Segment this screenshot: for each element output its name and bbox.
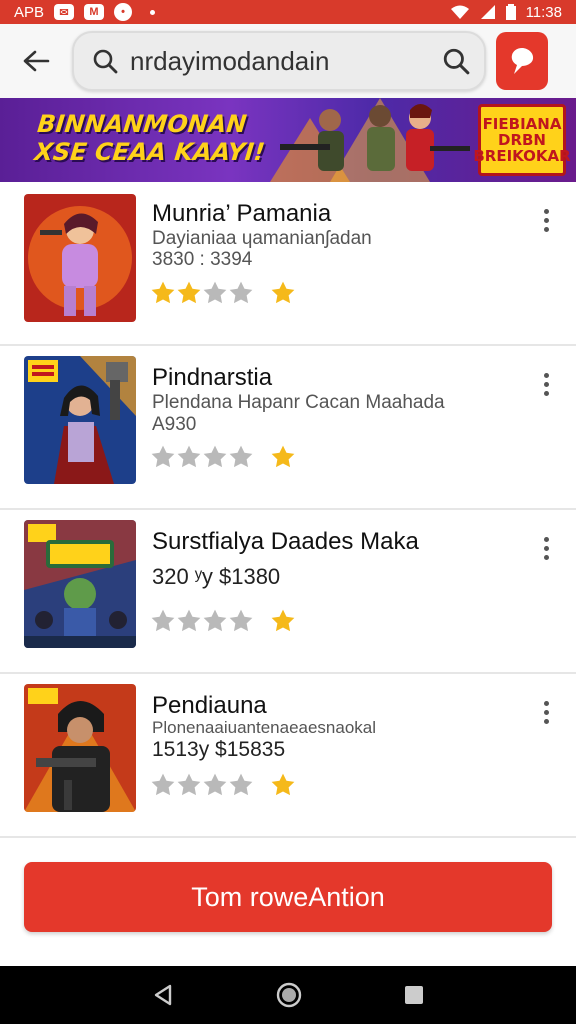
item-meta: 3830 : 3394	[152, 249, 253, 270]
notification-icon: •	[114, 3, 133, 21]
back-button[interactable]	[0, 24, 72, 98]
star-icon	[151, 609, 175, 632]
star-rating	[150, 444, 296, 470]
star-icon	[203, 281, 227, 304]
more-options-icon[interactable]	[534, 364, 558, 404]
item-title: Pindnarstia	[152, 364, 273, 391]
item-meta: 320 ʸy $1380	[152, 564, 281, 589]
message-icon: ✉	[54, 4, 75, 20]
pin-icon	[511, 48, 534, 74]
star-icon	[177, 609, 201, 632]
star-icon	[229, 281, 253, 304]
game-thumbnail	[24, 194, 136, 322]
item-meta: A930	[152, 414, 197, 435]
item-title: Surstfialya Daades Maka	[152, 528, 419, 555]
more-options-icon[interactable]	[534, 692, 558, 732]
more-options-icon[interactable]	[534, 528, 558, 568]
star-icon	[177, 445, 201, 468]
home-circle-icon[interactable]	[276, 982, 302, 1008]
search-icon	[93, 49, 118, 74]
banner-badge: FIEBIANA DRBN BREIKOKAR	[473, 104, 571, 176]
star-icon	[229, 773, 253, 796]
item-subtitle: Plendana Hapanr Cacan Maahada	[152, 392, 445, 413]
item-title: Pendiauna	[152, 692, 267, 719]
star-icon	[177, 281, 201, 304]
search-submit-icon[interactable]	[442, 47, 470, 75]
star-icon	[151, 773, 175, 796]
mail-icon: M	[84, 4, 105, 20]
pin-button[interactable]	[496, 32, 548, 90]
item-meta: 1513y $15835	[152, 738, 286, 761]
promo-banner[interactable]: BINNANMONAN XSE CEAA KAAYI! FIEBIANA DRB…	[0, 98, 576, 182]
star-icon	[151, 281, 175, 304]
star-icon	[203, 773, 227, 796]
star-icon	[229, 445, 253, 468]
wifi-icon	[450, 5, 469, 19]
star-rating	[150, 280, 296, 306]
list-item[interactable]: Surstfialya Daades Maka 320 ʸy $1380	[0, 510, 576, 674]
game-thumbnail	[24, 520, 136, 648]
star-rating	[150, 772, 296, 798]
signal-icon	[480, 5, 495, 19]
banner-characters-image	[270, 98, 470, 182]
banner-title-line2: XSE CEAA KAAYI!	[33, 138, 267, 166]
more-options-icon[interactable]	[534, 200, 558, 240]
star-icon	[203, 609, 227, 632]
system-nav-bar	[0, 966, 576, 1024]
star-icon	[177, 773, 201, 796]
item-subtitle: Plonenaaiuantenaeaesnaokal	[152, 718, 377, 737]
status-carrier-text: APB	[14, 3, 45, 21]
arrow-left-icon	[23, 50, 50, 72]
favorite-star-icon[interactable]	[270, 608, 296, 634]
status-bar: APB ✉ M • 11:38	[0, 0, 576, 24]
star-icon	[229, 609, 253, 632]
star-icon	[203, 445, 227, 468]
search-input[interactable]: nrdayimodandain	[72, 31, 486, 91]
favorite-star-icon[interactable]	[270, 772, 296, 798]
list-item[interactable]: Pendiauna Plonenaaiuantenaeaesnaokal 151…	[0, 674, 576, 838]
game-thumbnail	[24, 356, 136, 484]
favorite-star-icon[interactable]	[270, 444, 296, 470]
status-left: APB ✉ M •	[14, 3, 156, 21]
banner-title-line1: BINNANMONAN	[36, 110, 249, 138]
star-icon	[151, 445, 175, 468]
battery-icon	[505, 4, 516, 20]
status-time: 11:38	[525, 3, 562, 21]
item-title: Munria’ Pamania	[152, 200, 332, 227]
primary-action-button[interactable]: Tom roweAntion	[24, 862, 552, 932]
search-query-text: nrdayimodandain	[130, 45, 330, 76]
back-triangle-icon[interactable]	[151, 983, 175, 1007]
app-bar: nrdayimodandain	[0, 24, 576, 98]
item-subtitle: Dayianiaa ɥamanianʃadan	[152, 228, 372, 249]
list-item[interactable]: Pindnarstia Plendana Hapanr Cacan Maahad…	[0, 346, 576, 510]
status-right: 11:38	[450, 4, 562, 21]
more-notifications-dot	[150, 9, 156, 15]
banner-title: BINNANMONAN XSE CEAA KAAYI!	[33, 110, 269, 166]
favorite-star-icon[interactable]	[270, 280, 296, 306]
star-rating	[150, 608, 296, 634]
game-list: Munria’ Pamania Dayianiaa ɥamanianʃadan …	[0, 182, 576, 838]
list-item[interactable]: Munria’ Pamania Dayianiaa ɥamanianʃadan …	[0, 182, 576, 346]
game-thumbnail	[24, 684, 136, 812]
recents-square-icon[interactable]	[403, 984, 425, 1006]
